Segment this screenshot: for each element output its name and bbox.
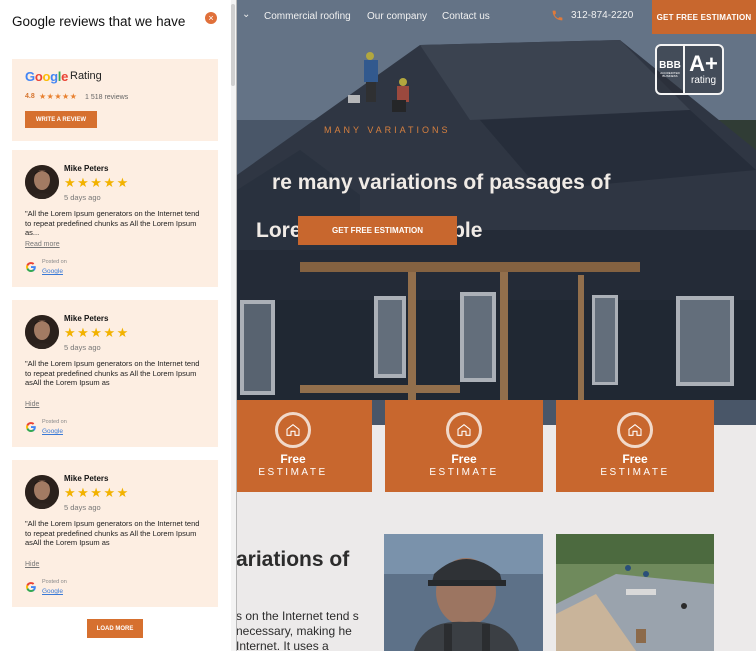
posted-on-google-link[interactable]: Google bbox=[42, 587, 67, 596]
panel-scrollbar-thumb[interactable] bbox=[231, 4, 235, 86]
card-title: Free bbox=[451, 452, 477, 466]
card-subtitle: ESTIMATE bbox=[429, 467, 499, 478]
posted-on: Posted on Google bbox=[25, 258, 67, 276]
roofer-photo bbox=[384, 534, 543, 651]
close-icon[interactable]: × bbox=[205, 12, 217, 24]
write-review-button[interactable]: WRITE A REVIEW bbox=[25, 111, 97, 128]
avatar bbox=[25, 165, 59, 199]
google-logo-letter: e bbox=[61, 69, 69, 84]
review-text: "All the Lorem Ipsum generators on the I… bbox=[25, 209, 200, 237]
bbb-rating-badge: BBB ACCREDITED BUSINESS A+ rating bbox=[655, 44, 724, 95]
review-card: Mike Peters ★★★★★ 5 days ago "All the Lo… bbox=[12, 460, 218, 607]
bbb-accredited-label: ACCREDITED BUSINESS bbox=[660, 71, 680, 78]
house-icon bbox=[275, 412, 311, 448]
bbb-grade-label: rating bbox=[690, 75, 716, 86]
panel-title: Google reviews that we have bbox=[12, 14, 186, 29]
rating-summary-card: Google Rating 4.8 ★★★★★ 1 518 reviews WR… bbox=[12, 59, 218, 141]
google-g-icon bbox=[26, 582, 36, 592]
estimate-card[interactable]: Free ESTIMATE bbox=[556, 400, 714, 492]
estimate-card[interactable]: Free ESTIMATE bbox=[385, 400, 543, 492]
google-reviews-panel: Google reviews that we have × Google Rat… bbox=[0, 0, 233, 651]
reviewer-name: Mike Peters bbox=[64, 164, 109, 173]
bbb-logo: BBB bbox=[659, 60, 681, 71]
hide-link[interactable]: Hide bbox=[25, 561, 39, 568]
hide-link[interactable]: Hide bbox=[25, 401, 39, 408]
google-g-icon bbox=[26, 262, 36, 272]
hero-eyebrow: MANY VARIATIONS bbox=[324, 125, 451, 135]
card-subtitle: ESTIMATE bbox=[258, 467, 328, 478]
avatar bbox=[25, 475, 59, 509]
review-stars: ★★★★★ bbox=[64, 175, 130, 190]
posted-on: Posted on Google bbox=[25, 418, 67, 436]
roof-aerial-photo bbox=[556, 534, 714, 651]
google-logo-letter: G bbox=[25, 69, 35, 84]
panel-divider bbox=[236, 0, 237, 651]
load-more-button[interactable]: LOAD MORE bbox=[87, 619, 143, 638]
review-stars: ★★★★★ bbox=[64, 485, 130, 500]
phone-icon bbox=[552, 10, 563, 21]
chevron-down-icon[interactable]: ⌄ bbox=[242, 9, 250, 20]
phone-number: 312-874-2220 bbox=[571, 10, 634, 21]
hero-free-estimation-button[interactable]: GET FREE ESTIMATION bbox=[298, 216, 457, 245]
nav-link-our-company[interactable]: Our company bbox=[367, 11, 427, 22]
card-title: Free bbox=[280, 452, 306, 466]
google-logo-letter: o bbox=[42, 69, 51, 84]
reviewer-name: Mike Peters bbox=[64, 474, 109, 483]
estimate-card[interactable]: Free ESTIMATE bbox=[214, 400, 372, 492]
review-card: Mike Peters ★★★★★ 5 days ago "All the Lo… bbox=[12, 300, 218, 447]
card-subtitle: ESTIMATE bbox=[600, 467, 670, 478]
house-icon bbox=[617, 412, 653, 448]
house-icon bbox=[446, 412, 482, 448]
review-card: Mike Peters ★★★★★ 5 days ago "All the Lo… bbox=[12, 150, 218, 287]
avatar bbox=[25, 315, 59, 349]
nav-link-contact-us[interactable]: Contact us bbox=[442, 11, 490, 22]
nav-free-estimation-button[interactable]: GET FREE ESTIMATION bbox=[652, 0, 756, 34]
review-text: "All the Lorem Ipsum generators on the I… bbox=[25, 359, 200, 387]
posted-on-google-link[interactable]: Google bbox=[42, 267, 67, 276]
hero-title-line-1: re many variations of passages of bbox=[272, 171, 611, 194]
rating-stars: ★★★★★ bbox=[39, 92, 78, 101]
review-date: 5 days ago bbox=[64, 503, 101, 512]
posted-on-label: Posted on bbox=[42, 419, 67, 425]
section-text: s on the Internet tend s necessary, maki… bbox=[236, 609, 359, 651]
review-date: 5 days ago bbox=[64, 193, 101, 202]
google-g-icon bbox=[26, 422, 36, 432]
nav-link-commercial-roofing[interactable]: Commercial roofing bbox=[264, 11, 351, 22]
section-title: ariations of bbox=[236, 548, 350, 571]
card-title: Free bbox=[622, 452, 648, 466]
google-logo: Google bbox=[25, 69, 68, 84]
posted-on-label: Posted on bbox=[42, 579, 67, 585]
review-text: "All the Lorem Ipsum generators on the I… bbox=[25, 519, 200, 547]
read-more-link[interactable]: Read more bbox=[25, 241, 60, 248]
rating-score: 4.8 bbox=[25, 93, 35, 100]
posted-on: Posted on Google bbox=[25, 578, 67, 596]
reviewer-name: Mike Peters bbox=[64, 314, 109, 323]
google-logo-letter: g bbox=[50, 69, 58, 84]
review-stars: ★★★★★ bbox=[64, 325, 130, 340]
rating-label: Rating bbox=[70, 70, 102, 82]
posted-on-label: Posted on bbox=[42, 259, 67, 265]
phone-link[interactable]: 312-874-2220 bbox=[551, 9, 633, 22]
bbb-grade: A+ bbox=[689, 51, 718, 76]
review-date: 5 days ago bbox=[64, 343, 101, 352]
google-logo-letter: o bbox=[34, 69, 43, 84]
review-count: 1 518 reviews bbox=[85, 94, 129, 101]
posted-on-google-link[interactable]: Google bbox=[42, 427, 67, 436]
